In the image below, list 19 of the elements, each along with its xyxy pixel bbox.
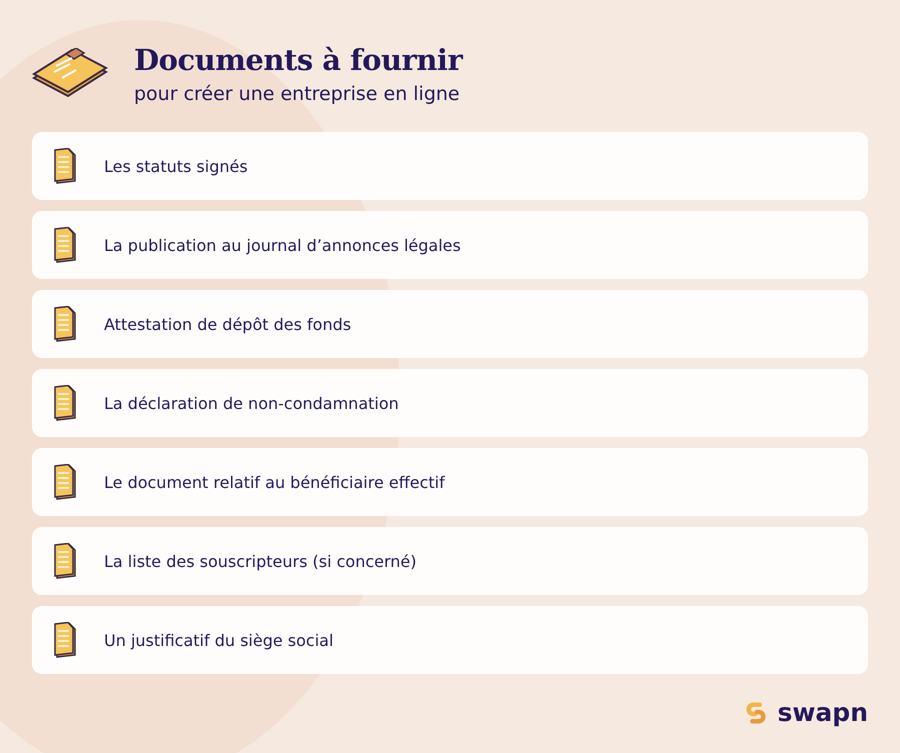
subtitle: pour créer une entreprise en ligne xyxy=(134,83,461,105)
logo-icon xyxy=(745,700,768,724)
document-icon xyxy=(54,306,76,342)
document-label: La déclaration de non-condamnation xyxy=(104,394,399,412)
document-icon xyxy=(54,148,76,184)
document-icon xyxy=(54,227,76,263)
title: Documents à fournir xyxy=(134,43,462,77)
document-label: La liste des souscripteurs (si concerné) xyxy=(104,552,416,570)
document-icon xyxy=(54,464,76,500)
document-label: Un justificatif du siège social xyxy=(104,630,334,650)
brand-name: swapn xyxy=(777,698,868,727)
clipboard-icon xyxy=(32,48,108,100)
document-label: La publication au journal d’annonces légales xyxy=(104,236,461,254)
document-label: Le document relatif au bénéficiaire effectif xyxy=(104,472,445,492)
document-icon xyxy=(54,385,76,421)
document-label: Attestation de dépôt des fonds xyxy=(104,314,352,334)
document-label: Les statuts signés xyxy=(104,156,248,176)
document-icon xyxy=(54,543,76,579)
document-icon xyxy=(54,622,76,658)
